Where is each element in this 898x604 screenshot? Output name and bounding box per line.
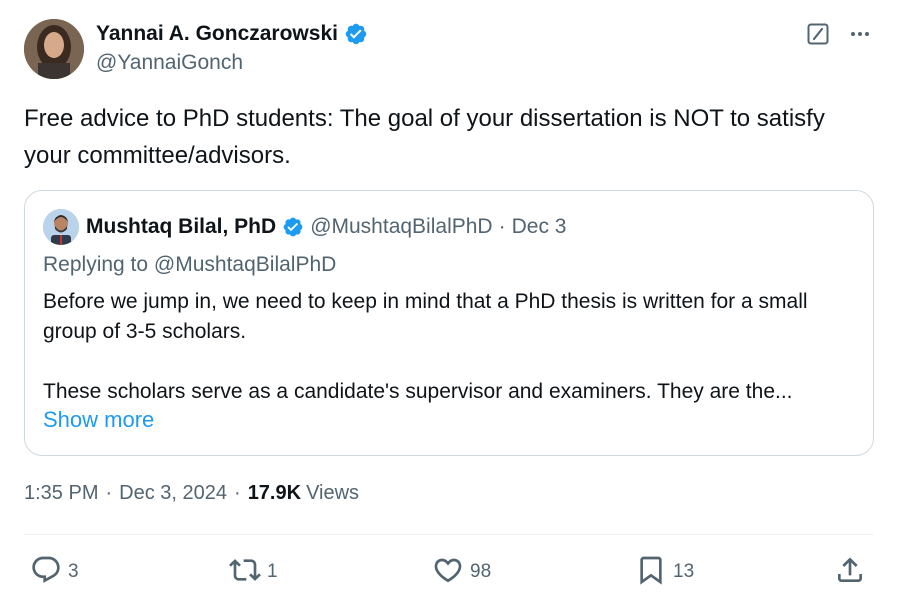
- action-bar: 3 1 98 13: [24, 552, 874, 592]
- author-name[interactable]: Yannai A. Gonczarowski: [96, 22, 338, 46]
- separator-dot: ·: [498, 215, 506, 238]
- tweet-date[interactable]: Dec 3, 2024: [119, 482, 227, 505]
- author-handle[interactable]: @YannaiGonch: [96, 51, 368, 75]
- separator-dot: ·: [234, 482, 241, 504]
- repost-button[interactable]: 1: [229, 552, 278, 592]
- quoted-header: Mushtaq Bilal, PhD @MushtaqBilalPhD · De…: [43, 209, 566, 245]
- verified-badge-icon[interactable]: [282, 216, 304, 238]
- replying-to-prefix: Replying to: [43, 253, 154, 276]
- author-info: Yannai A. Gonczarowski @YannaiGonch: [96, 20, 368, 75]
- tweet-meta: 1:35 PM · Dec 3, 2024 · 17.9K Views: [24, 482, 359, 505]
- tweet-time[interactable]: 1:35 PM: [24, 482, 98, 505]
- quoted-avatar[interactable]: [43, 209, 79, 245]
- repost-icon: [229, 554, 261, 591]
- reply-icon: [30, 554, 62, 591]
- replying-to: Replying to @MushtaqBilalPhD: [43, 253, 336, 277]
- quoted-paragraph-1: Before we jump in, we need to keep in mi…: [43, 290, 808, 343]
- grok-icon[interactable]: [806, 22, 830, 46]
- top-actions: [806, 22, 872, 46]
- replying-to-handle[interactable]: @MushtaqBilalPhD: [154, 253, 336, 276]
- share-button[interactable]: [834, 552, 866, 592]
- separator-dot: ·: [105, 482, 113, 504]
- quoted-tweet[interactable]: Mushtaq Bilal, PhD @MushtaqBilalPhD · De…: [24, 190, 874, 456]
- quoted-author-handle[interactable]: @MushtaqBilalPhD: [310, 215, 492, 239]
- more-icon[interactable]: [848, 22, 872, 46]
- bookmark-button[interactable]: 13: [635, 552, 694, 592]
- quoted-author-name[interactable]: Mushtaq Bilal, PhD: [86, 215, 276, 239]
- quoted-date[interactable]: Dec 3: [512, 215, 567, 239]
- like-button[interactable]: 98: [432, 552, 491, 592]
- author-avatar[interactable]: [24, 19, 84, 79]
- quoted-paragraph-2: These scholars serve as a candidate's su…: [43, 380, 793, 403]
- show-more-link[interactable]: Show more: [43, 407, 154, 433]
- verified-badge-icon[interactable]: [344, 22, 368, 46]
- reply-button[interactable]: 3: [30, 552, 79, 592]
- divider: [24, 534, 874, 535]
- tweet-text: Free advice to PhD students: The goal of…: [24, 105, 825, 169]
- reply-count: 3: [68, 561, 79, 582]
- quoted-text: Before we jump in, we need to keep in mi…: [43, 287, 863, 407]
- heart-icon: [432, 554, 464, 591]
- share-icon: [834, 554, 866, 591]
- repost-count: 1: [267, 561, 278, 582]
- views-label: Views: [306, 482, 360, 504]
- bookmark-count: 13: [673, 561, 695, 582]
- bookmark-icon: [635, 554, 667, 591]
- like-count: 98: [470, 561, 492, 582]
- views-count[interactable]: 17.9K: [248, 482, 301, 505]
